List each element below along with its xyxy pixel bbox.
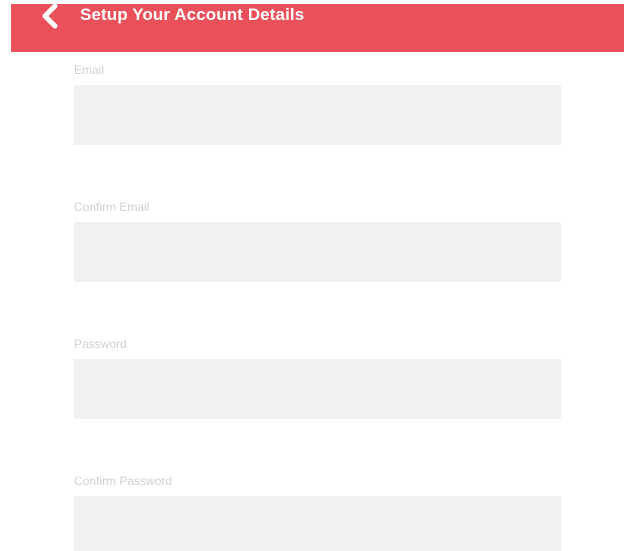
email-field[interactable]	[74, 85, 561, 145]
confirm-email-label: Confirm Email	[74, 200, 150, 214]
header-bar: Setup Your Account Details	[11, 4, 624, 52]
confirm-email-field[interactable]	[74, 222, 561, 282]
confirm-password-field[interactable]	[74, 496, 561, 551]
password-field[interactable]	[74, 359, 561, 419]
email-label: Email	[74, 63, 105, 77]
back-button[interactable]	[37, 4, 65, 30]
confirm-password-label: Confirm Password	[74, 474, 173, 488]
chevron-left-icon	[42, 4, 58, 29]
password-label: Password	[74, 337, 127, 351]
page-title: Setup Your Account Details	[80, 5, 305, 24]
account-setup-screen: Setup Your Account Details Email Confirm…	[0, 0, 624, 551]
